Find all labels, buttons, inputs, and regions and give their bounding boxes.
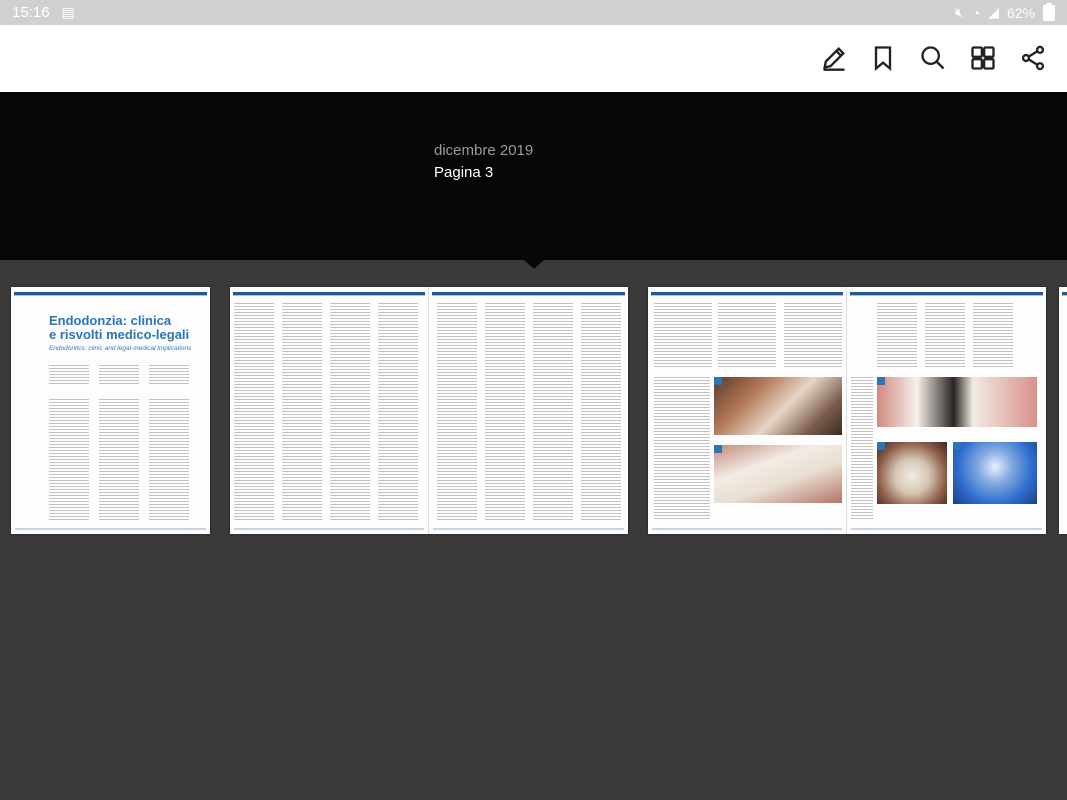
text-column <box>973 303 1013 369</box>
text-column <box>485 303 525 520</box>
status-right: 🔇︎ ◔ ◢ 62% <box>954 2 1055 21</box>
footer-rule <box>15 528 206 530</box>
text-column <box>718 303 776 369</box>
figure-number-badge <box>714 445 722 453</box>
battery-icon <box>1043 2 1055 21</box>
header-rule <box>651 292 843 296</box>
text-column <box>533 303 573 520</box>
status-bar: 15:16 ▤ 🔇︎ ◔ ◢ 62% <box>0 0 1067 25</box>
current-page-pointer <box>524 260 544 269</box>
wifi-icon: ◔ <box>971 4 981 21</box>
page-thumbnail-2-3[interactable] <box>230 287 628 534</box>
status-time: 15:16 <box>12 4 50 21</box>
page-grid-icon[interactable] <box>966 41 1000 75</box>
text-column <box>581 303 621 520</box>
figure-number-badge <box>877 377 885 385</box>
text-column <box>99 399 139 520</box>
page-thumbnail-4-5[interactable] <box>648 287 1046 534</box>
article-title: Endodonzia: clinica e risvolti medico-le… <box>49 314 189 342</box>
figure-number-badge <box>877 442 885 450</box>
text-column <box>149 399 189 520</box>
text-column <box>378 303 418 520</box>
figure-number-badge <box>714 377 722 385</box>
issue-header: dicembre 2019 Pagina 3 <box>0 92 1067 260</box>
signal-icon: ◢ <box>988 4 999 20</box>
article-title-line1: Endodonzia: clinica <box>49 313 172 328</box>
page-sheet: Endodonzia: clinica e risvolti medico-le… <box>11 287 210 534</box>
header-rule <box>432 292 625 296</box>
gallery-icon: ▤ <box>61 4 75 20</box>
bookmark-icon[interactable] <box>866 41 900 75</box>
top-toolbar <box>0 25 1067 92</box>
page-thumbnail-strip[interactable]: Endodonzia: clinica e risvolti medico-le… <box>0 260 1067 800</box>
clinical-photo <box>877 377 1037 427</box>
text-column <box>877 303 917 369</box>
page-sheet-left <box>648 287 847 534</box>
header-rule <box>233 292 425 296</box>
footer-rule <box>234 528 424 530</box>
article-subtitle: Endodontics: clinic and legal-medical im… <box>49 345 192 352</box>
text-column <box>437 303 477 520</box>
text-column <box>851 377 873 520</box>
page-sheet-left <box>230 287 429 534</box>
mute-icon: 🔇︎ <box>954 4 964 20</box>
clinical-photo <box>877 442 947 504</box>
text-column <box>654 377 710 520</box>
page-thumbnail-1[interactable]: Endodonzia: clinica e risvolti medico-le… <box>11 287 210 534</box>
footer-rule <box>652 528 842 530</box>
current-page-label: Pagina 3 <box>434 164 494 181</box>
text-column <box>99 365 139 384</box>
text-column <box>925 303 965 369</box>
search-icon[interactable] <box>916 41 950 75</box>
page-sheet <box>1059 287 1067 534</box>
share-icon[interactable] <box>1016 41 1050 75</box>
article-title-line2: e risvolti medico-legali <box>49 327 190 342</box>
header-rule <box>1062 292 1067 296</box>
page-sheet-right <box>847 287 1046 534</box>
text-column <box>49 365 89 384</box>
header-rule <box>14 292 207 296</box>
issue-date: dicembre 2019 <box>434 142 534 159</box>
header-rule <box>850 292 1043 296</box>
clinical-photo <box>714 445 842 503</box>
text-column <box>330 303 370 520</box>
figure-number-badge <box>953 442 961 450</box>
clinical-photo <box>714 377 842 435</box>
battery-percent: 62% <box>1006 4 1035 21</box>
footer-rule <box>433 528 624 530</box>
pencil-icon[interactable] <box>817 41 851 75</box>
text-column <box>784 303 842 369</box>
text-column <box>234 303 274 520</box>
page-thumbnail-next[interactable] <box>1059 287 1067 534</box>
footer-rule <box>851 528 1042 530</box>
text-column <box>49 399 89 520</box>
page-sheet-right <box>429 287 628 534</box>
xray-photo <box>953 442 1037 504</box>
text-column <box>654 303 712 369</box>
text-column <box>149 365 189 384</box>
text-column <box>282 303 322 520</box>
